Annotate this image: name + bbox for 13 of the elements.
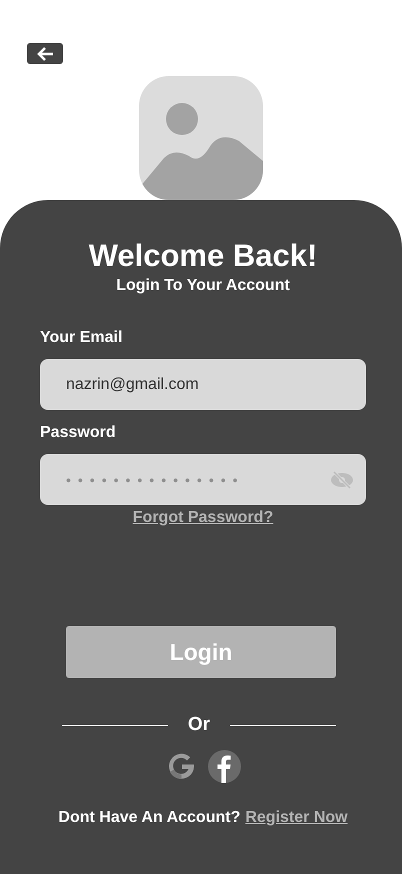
register-link[interactable]: Register Now (245, 809, 348, 827)
image-placeholder-icon (139, 76, 263, 200)
arrow-left-icon (36, 46, 54, 62)
or-divider-text: Or (188, 714, 210, 736)
back-button[interactable] (27, 43, 63, 64)
welcome-title: Welcome Back! (88, 238, 318, 274)
facebook-icon[interactable] (208, 750, 241, 783)
login-subtitle: Login To Your Account (116, 277, 290, 295)
field-label: Your Email (40, 329, 122, 347)
email-field[interactable]: nazrin@gmail.com (40, 359, 366, 410)
forgot-password-link[interactable]: Forgot Password? (132, 509, 274, 527)
field-label: Password (40, 424, 116, 442)
no-account-text: Dont Have An Account? (58, 809, 240, 827)
